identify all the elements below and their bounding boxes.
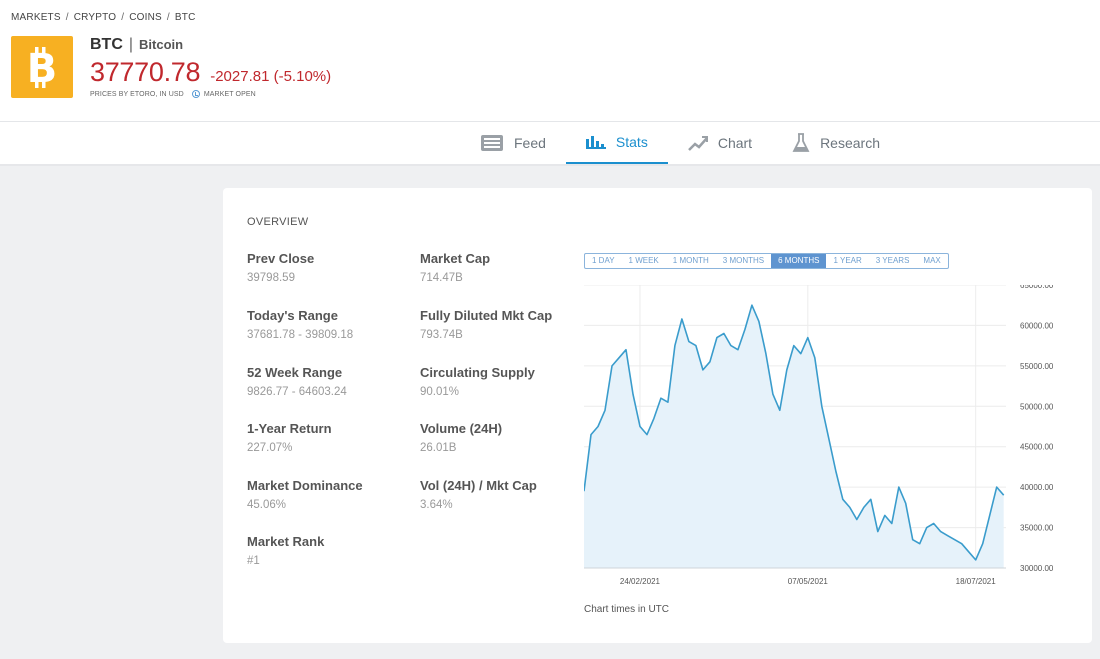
tab-feed[interactable]: Feed: [460, 122, 566, 164]
bitcoin-logo-icon: B: [11, 36, 73, 98]
price-area: [584, 305, 1004, 568]
stat-label: Circulating Supply: [420, 365, 535, 380]
breadcrumb-crypto[interactable]: CRYPTO: [74, 12, 117, 23]
y-tick-label: 45000.00: [1020, 443, 1054, 452]
market-status: MARKET OPEN: [203, 90, 256, 98]
breadcrumb-markets[interactable]: MARKETS: [11, 12, 61, 23]
stat-todays-range: Today's Range 37681.78 - 39809.18: [247, 308, 407, 341]
breadcrumb-coins[interactable]: COINS: [129, 12, 162, 23]
stat-label: 52 Week Range: [247, 365, 343, 380]
stat-volume-24h: Volume (24H) 26.01B: [420, 421, 580, 454]
stat-label: Prev Close: [247, 251, 315, 266]
stat-value: 227.07%: [247, 442, 293, 454]
stat-value: 90.01%: [420, 386, 460, 398]
x-tick-label: 24/02/2021: [620, 577, 661, 586]
stat-prev-close: Prev Close 39798.59: [247, 251, 407, 284]
stat-value: 793.74B: [420, 329, 463, 341]
header: MARKETS / CRYPTO / COINS / BTC B BTC | Bitcoin…: [0, 0, 1100, 164]
tab-chart[interactable]: Chart: [668, 122, 772, 164]
chart-icon: [687, 135, 708, 151]
stat-value: 26.01B: [420, 442, 457, 454]
stat-value: 9826.77 - 64603.24: [247, 386, 347, 398]
tab-stats-label: Stats: [615, 134, 648, 150]
stat-label: Volume (24H): [420, 421, 503, 436]
stat-market-cap: Market Cap 714.47B: [420, 251, 580, 284]
range-6-months[interactable]: 6 MONTHS: [771, 254, 827, 268]
asset-name: Bitcoin: [139, 37, 184, 52]
x-tick-label: 07/05/2021: [788, 577, 829, 586]
tab-chart-label: Chart: [717, 135, 753, 151]
range-max[interactable]: MAX: [916, 254, 947, 268]
stat-value: 3.64%: [420, 499, 453, 511]
research-icon: [792, 133, 810, 153]
stat-value: 37681.78 - 39809.18: [247, 329, 354, 341]
overview-title: OVERVIEW: [247, 216, 309, 228]
y-tick-label: 50000.00: [1020, 402, 1054, 411]
chart-timezone-note: Chart times in UTC: [584, 604, 670, 615]
asset-ticker: BTC: [90, 36, 123, 53]
price-change: -2027.81 (-5.10%): [210, 68, 332, 85]
stat-label: Vol (24H) / Mkt Cap: [420, 478, 537, 493]
breadcrumb: MARKETS / CRYPTO / COINS / BTC: [11, 12, 196, 23]
asset-price: 37770.78: [90, 57, 201, 87]
stat-label: Fully Diluted Mkt Cap: [420, 308, 553, 323]
x-tick-label: 18/07/2021: [956, 577, 997, 586]
breadcrumb-current: BTC: [174, 12, 196, 23]
y-tick-label: 35000.00: [1020, 524, 1054, 533]
asset-title: BTC | Bitcoin: [90, 36, 183, 54]
price-meta: PRICES BY ETORO, IN USD MARKET OPEN: [90, 90, 256, 98]
tab-feed-label: Feed: [514, 135, 546, 151]
stat-label: Market Rank: [247, 534, 325, 549]
breadcrumb-separator: /: [166, 12, 170, 23]
y-tick-label: 30000.00: [1020, 564, 1054, 573]
price-block: 37770.78 -2027.81 (-5.10%): [90, 57, 331, 88]
range-1-week[interactable]: 1 WEEK: [622, 254, 666, 268]
stats-icon: [585, 135, 606, 149]
stat-1-year-return: 1-Year Return 227.07%: [247, 421, 407, 454]
y-tick-label: 55000.00: [1020, 362, 1054, 371]
range-3-months[interactable]: 3 MONTHS: [716, 254, 771, 268]
y-tick-label: 40000.00: [1020, 483, 1054, 492]
tab-stats[interactable]: Stats: [565, 122, 668, 164]
stat-label: Market Cap: [420, 251, 491, 266]
stat-value: 39798.59: [247, 272, 295, 284]
stat-value: #1: [247, 555, 260, 567]
price-source: PRICES BY ETORO, IN USD: [90, 90, 184, 98]
stat-label: 1-Year Return: [247, 421, 332, 436]
stat-label: Today's Range: [247, 308, 338, 323]
range-1-year[interactable]: 1 YEAR: [826, 254, 868, 268]
header-shadow: [0, 164, 1100, 166]
breadcrumb-separator: /: [121, 12, 125, 23]
stat-fully-diluted-mkt-cap: Fully Diluted Mkt Cap 793.74B: [420, 308, 580, 341]
feed-icon: [480, 134, 504, 152]
price-chart[interactable]: 65000.00 60000.00 55000.00 50000.00 45000.00…: [584, 285, 1064, 590]
range-selector: 1 DAY 1 WEEK 1 MONTH 3 MONTHS 6 MONTHS 1…: [584, 253, 949, 269]
tab-bar: Feed Stats Chart Research: [460, 122, 900, 164]
title-separator: |: [128, 36, 134, 53]
stat-market-dominance: Market Dominance 45.06%: [247, 478, 407, 511]
stat-label: Market Dominance: [247, 478, 363, 493]
y-tick-label: 65000.00: [1020, 285, 1054, 290]
breadcrumb-separator: /: [65, 12, 69, 23]
y-tick-label: 60000.00: [1020, 321, 1054, 330]
stat-52-week-range: 52 Week Range 9826.77 - 64603.24: [247, 365, 407, 398]
stat-circulating-supply: Circulating Supply 90.01%: [420, 365, 580, 398]
stats-card: OVERVIEW Prev Close 39798.59 Today's Ran…: [223, 188, 1092, 643]
stat-market-rank: Market Rank #1: [247, 534, 407, 567]
range-3-years[interactable]: 3 YEARS: [869, 254, 917, 268]
range-1-month[interactable]: 1 MONTH: [666, 254, 716, 268]
stat-value: 45.06%: [247, 499, 287, 511]
tab-research-label: Research: [820, 135, 880, 151]
tab-research[interactable]: Research: [772, 122, 900, 164]
stat-value: 714.47B: [420, 272, 463, 284]
range-1-day[interactable]: 1 DAY: [585, 254, 622, 268]
clock-icon: [191, 90, 200, 98]
stat-vol-to-mkt-cap: Vol (24H) / Mkt Cap 3.64%: [420, 478, 580, 511]
